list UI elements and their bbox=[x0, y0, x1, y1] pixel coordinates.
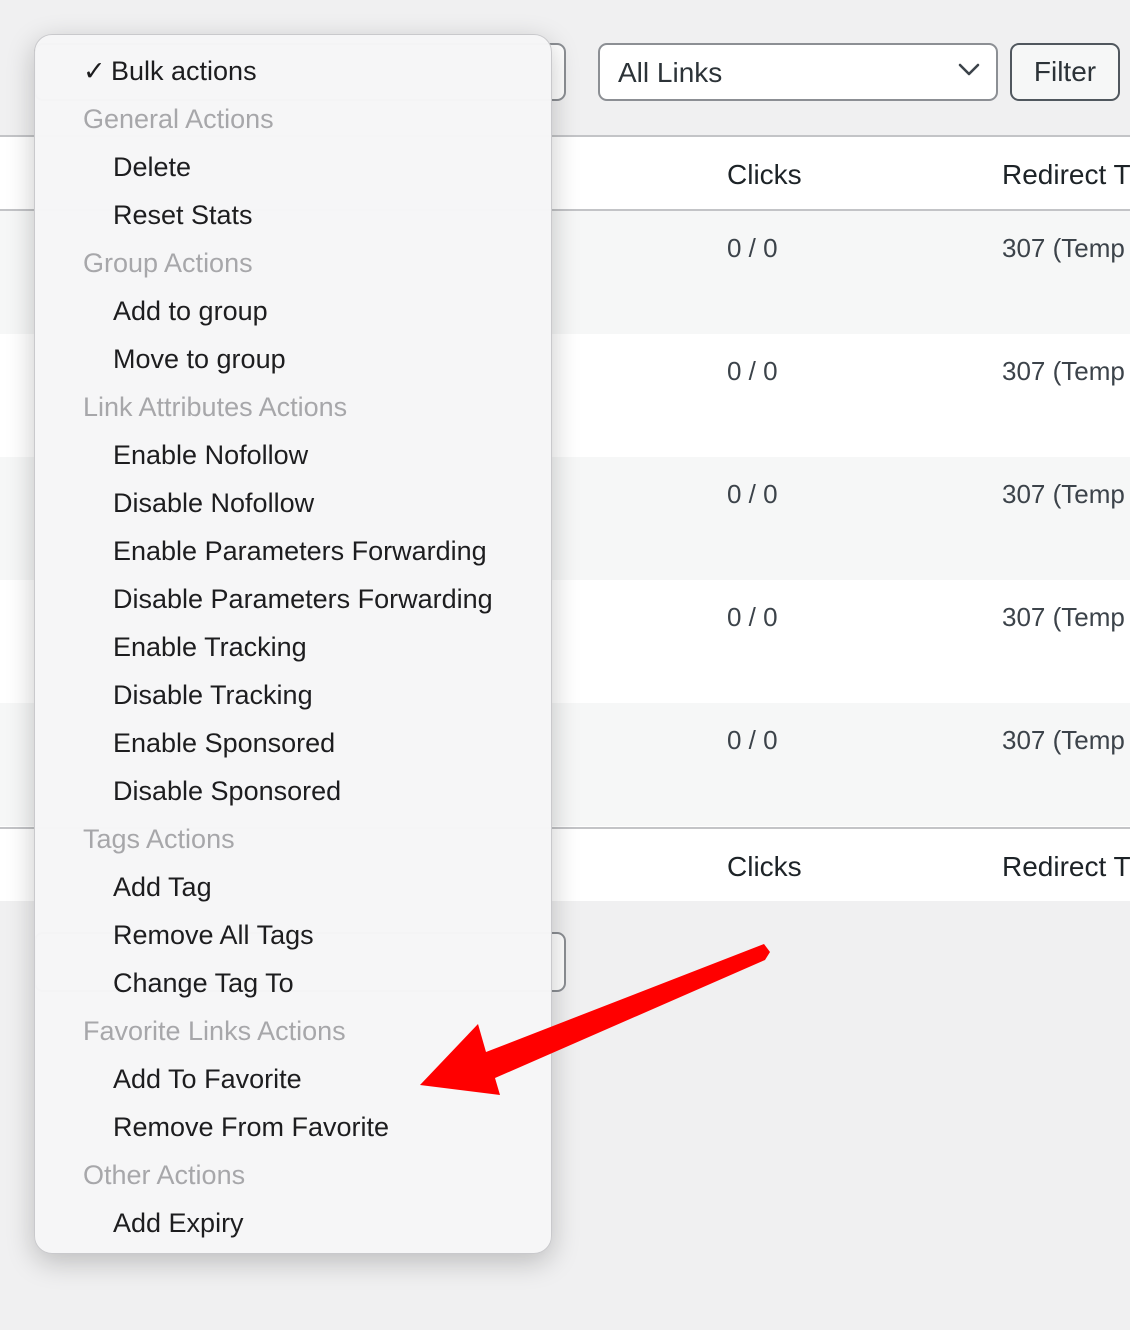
filter-button[interactable]: Filter bbox=[1010, 43, 1120, 101]
row-redirect-type: 307 (Temp bbox=[1002, 479, 1125, 509]
column-footer-clicks[interactable]: Clicks bbox=[727, 851, 802, 883]
menu-option-disable-parameters-forwarding[interactable]: Disable Parameters Forwarding bbox=[113, 582, 493, 616]
row-clicks: 0 / 0 bbox=[727, 602, 778, 632]
chevron-down-icon bbox=[958, 63, 980, 82]
menu-group-tags-actions: Tags Actions bbox=[83, 824, 235, 854]
menu-option-add-to-favorite[interactable]: Add To Favorite bbox=[113, 1062, 302, 1096]
menu-option-label: Bulk actions bbox=[111, 56, 257, 86]
row-redirect-type: 307 (Temp bbox=[1002, 725, 1125, 755]
menu-option-remove-from-favorite[interactable]: Remove From Favorite bbox=[113, 1110, 389, 1144]
menu-group-link-attributes-actions: Link Attributes Actions bbox=[83, 392, 348, 422]
menu-option-move-to-group[interactable]: Move to group bbox=[113, 342, 286, 376]
menu-option-disable-tracking[interactable]: Disable Tracking bbox=[113, 678, 313, 712]
menu-option-enable-nofollow[interactable]: Enable Nofollow bbox=[113, 438, 308, 472]
menu-option-reset-stats[interactable]: Reset Stats bbox=[113, 198, 253, 232]
menu-option-remove-all-tags[interactable]: Remove All Tags bbox=[113, 918, 314, 952]
row-clicks: 0 / 0 bbox=[727, 479, 778, 509]
menu-option-disable-sponsored[interactable]: Disable Sponsored bbox=[113, 774, 341, 808]
menu-option-add-tag[interactable]: Add Tag bbox=[113, 870, 212, 904]
menu-option-enable-tracking[interactable]: Enable Tracking bbox=[113, 630, 307, 664]
menu-option-add-to-group[interactable]: Add to group bbox=[113, 294, 268, 328]
row-clicks: 0 / 0 bbox=[727, 233, 778, 263]
row-clicks: 0 / 0 bbox=[727, 356, 778, 386]
menu-group-favorite-links-actions: Favorite Links Actions bbox=[83, 1016, 346, 1046]
menu-option-disable-nofollow[interactable]: Disable Nofollow bbox=[113, 486, 314, 520]
row-clicks: 0 / 0 bbox=[727, 725, 778, 755]
row-redirect-type: 307 (Temp bbox=[1002, 233, 1125, 263]
menu-group-group-actions: Group Actions bbox=[83, 248, 253, 278]
row-redirect-type: 307 (Temp bbox=[1002, 356, 1125, 386]
row-redirect-type: 307 (Temp bbox=[1002, 602, 1125, 632]
column-footer-redirect[interactable]: Redirect T bbox=[1002, 851, 1130, 883]
menu-option-delete[interactable]: Delete bbox=[113, 150, 191, 184]
menu-option-bulk-actions[interactable]: ✓ Bulk actions bbox=[83, 54, 257, 88]
menu-option-enable-sponsored[interactable]: Enable Sponsored bbox=[113, 726, 335, 760]
links-filter-select[interactable]: All Links bbox=[598, 43, 998, 101]
column-header-redirect[interactable]: Redirect T bbox=[1002, 159, 1130, 191]
menu-group-other-actions: Other Actions bbox=[83, 1160, 246, 1190]
menu-group-general-actions: General Actions bbox=[83, 104, 274, 134]
column-header-clicks[interactable]: Clicks bbox=[727, 159, 802, 191]
bulk-actions-menu: ✓ Bulk actions General Actions Delete Res… bbox=[34, 34, 552, 1254]
checkmark-icon: ✓ bbox=[83, 56, 106, 86]
menu-option-enable-parameters-forwarding[interactable]: Enable Parameters Forwarding bbox=[113, 534, 487, 568]
menu-option-change-tag-to[interactable]: Change Tag To bbox=[113, 966, 294, 1000]
menu-option-add-expiry[interactable]: Add Expiry bbox=[113, 1206, 244, 1240]
links-filter-value: All Links bbox=[618, 57, 723, 88]
